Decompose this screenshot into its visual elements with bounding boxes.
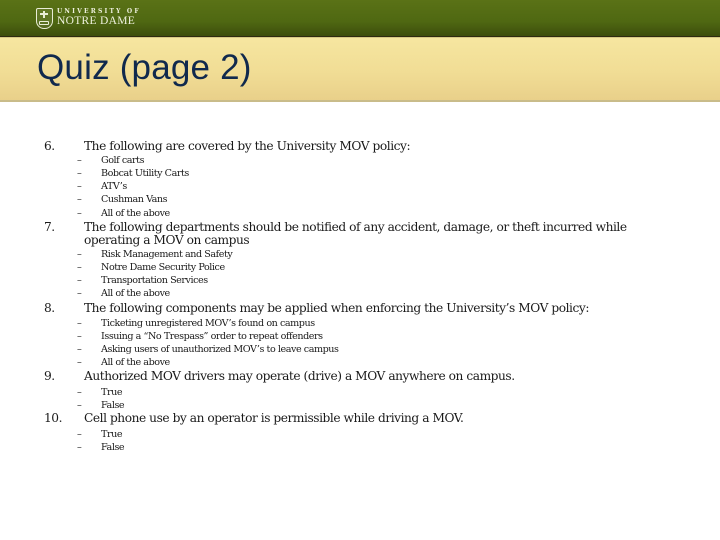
question-number: 7. bbox=[44, 220, 55, 234]
option-text: All of the above bbox=[101, 288, 170, 299]
logo-line-2: NOTRE DAME bbox=[57, 14, 136, 27]
dash-bullet-icon: – bbox=[77, 318, 82, 329]
option-text: Notre Dame Security Police bbox=[101, 262, 225, 273]
option-text: ATV’s bbox=[101, 181, 127, 192]
dash-bullet-icon: – bbox=[77, 400, 82, 411]
option-text: Ticketing unregistered MOV’s found on ca… bbox=[101, 318, 315, 329]
option-text: True bbox=[101, 387, 123, 398]
dash-bullet-icon: – bbox=[77, 262, 82, 273]
question-number: 10. bbox=[44, 411, 63, 425]
question-text: The following are covered by the Univers… bbox=[84, 139, 411, 153]
dash-bullet-icon: – bbox=[77, 249, 82, 260]
dash-bullet-icon: – bbox=[77, 331, 82, 342]
dash-bullet-icon: – bbox=[77, 155, 82, 166]
university-logo: UNIVERSITY OF NOTRE DAME bbox=[36, 7, 141, 29]
dash-bullet-icon: – bbox=[77, 168, 82, 179]
question-number: 6. bbox=[44, 139, 55, 153]
question-number: 8. bbox=[44, 301, 55, 315]
question-text: The following departments should be noti… bbox=[84, 220, 627, 247]
option-text: All of the above bbox=[101, 357, 170, 368]
question-text: Cell phone use by an operator is permiss… bbox=[84, 411, 464, 425]
option-text: Asking users of unauthorized MOV’s to le… bbox=[101, 344, 339, 355]
dash-bullet-icon: – bbox=[77, 208, 82, 219]
option-text: False bbox=[101, 442, 125, 453]
option-text: Risk Management and Safety bbox=[101, 249, 233, 260]
dash-bullet-icon: – bbox=[77, 442, 82, 453]
dash-bullet-icon: – bbox=[77, 387, 82, 398]
question-number: 9. bbox=[44, 369, 55, 383]
option-text: Golf carts bbox=[101, 155, 145, 166]
page-title: Quiz (page 2) bbox=[37, 48, 252, 87]
dash-bullet-icon: – bbox=[77, 357, 82, 368]
option-text: All of the above bbox=[101, 208, 170, 219]
question-text: The following components may be applied … bbox=[84, 301, 589, 315]
dash-bullet-icon: – bbox=[77, 344, 82, 355]
dash-bullet-icon: – bbox=[77, 288, 82, 299]
university-shield-icon bbox=[36, 7, 53, 29]
dash-bullet-icon: – bbox=[77, 429, 82, 440]
logo-line-1: UNIVERSITY OF bbox=[57, 7, 141, 15]
option-text: Bobcat Utility Carts bbox=[101, 168, 189, 179]
option-text: True bbox=[101, 429, 123, 440]
option-text: Transportation Services bbox=[101, 275, 208, 286]
option-text: Cushman Vans bbox=[101, 194, 168, 205]
dash-bullet-icon: – bbox=[77, 194, 82, 205]
dash-bullet-icon: – bbox=[77, 275, 82, 286]
question-text: Authorized MOV drivers may operate (driv… bbox=[84, 369, 515, 383]
option-text: Issuing a “No Trespass” order to repeat … bbox=[101, 331, 323, 342]
dash-bullet-icon: – bbox=[77, 181, 82, 192]
header-bar: UNIVERSITY OF NOTRE DAME bbox=[0, 0, 720, 37]
